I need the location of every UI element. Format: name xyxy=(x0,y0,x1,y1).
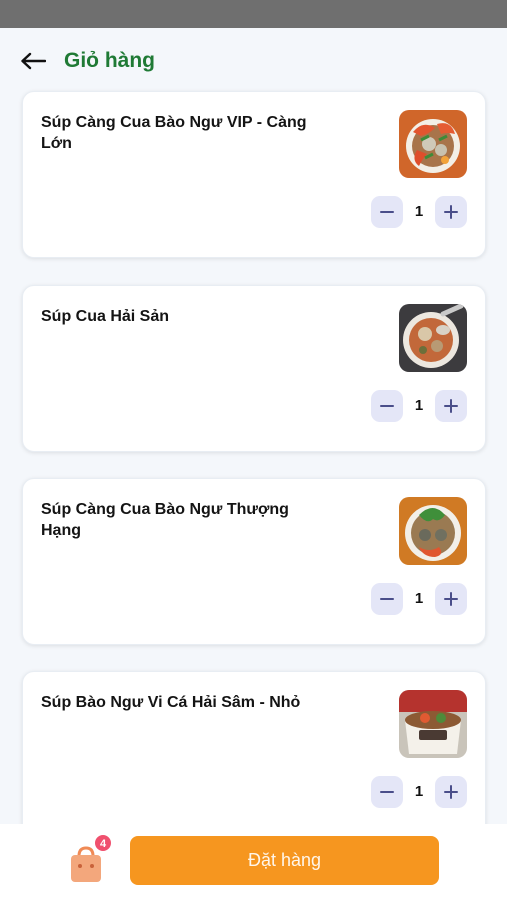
quantity-stepper: 1 xyxy=(371,583,467,615)
plus-icon xyxy=(444,785,458,799)
item-name: Súp Càng Cua Bào Ngư Thượng Hạng xyxy=(41,501,289,539)
increase-quantity-button[interactable] xyxy=(435,583,467,615)
cart-item-card: Súp Cua Hải Sản 1 xyxy=(22,285,486,452)
cart-item-card: Súp Bào Ngư Vi Cá Hải Sâm - Nhỏ 1 xyxy=(22,671,486,838)
place-order-button[interactable]: Đặt hàng xyxy=(130,836,439,885)
abalone-sea-cucumber-soup-image xyxy=(399,690,467,758)
quantity-value: 1 xyxy=(414,783,424,800)
plus-icon xyxy=(444,205,458,219)
cart-item-card: Súp Càng Cua Bào Ngư VIP - Càng Lớn 1 xyxy=(22,91,486,258)
item-name: Súp Bào Ngư Vi Cá Hải Sâm - Nhỏ xyxy=(41,694,301,711)
item-name: Súp Càng Cua Bào Ngư VIP - Càng Lớn xyxy=(41,114,307,152)
quantity-value: 1 xyxy=(414,203,424,220)
crab-claw-soup-image xyxy=(399,110,467,178)
decrease-quantity-button[interactable] xyxy=(371,196,403,228)
minus-icon xyxy=(380,791,394,793)
arrow-left-icon xyxy=(21,52,46,70)
minus-icon xyxy=(380,598,394,600)
cart-item-card: Súp Càng Cua Bào Ngư Thượng Hạng 1 xyxy=(22,478,486,645)
status-bar xyxy=(0,0,507,28)
quantity-value: 1 xyxy=(414,590,424,607)
seafood-crab-soup-image xyxy=(399,304,467,372)
premium-abalone-soup-image xyxy=(399,497,467,565)
minus-icon xyxy=(380,405,394,407)
quantity-stepper: 1 xyxy=(371,196,467,228)
decrease-quantity-button[interactable] xyxy=(371,776,403,808)
minus-icon xyxy=(380,211,394,213)
decrease-quantity-button[interactable] xyxy=(371,390,403,422)
cart-count-badge: 4 xyxy=(94,834,112,852)
decrease-quantity-button[interactable] xyxy=(371,583,403,615)
header: Giỏ hàng xyxy=(0,28,507,90)
increase-quantity-button[interactable] xyxy=(435,196,467,228)
bottom-bar: 4 Đặt hàng xyxy=(0,824,507,900)
increase-quantity-button[interactable] xyxy=(435,390,467,422)
plus-icon xyxy=(444,399,458,413)
back-button[interactable] xyxy=(18,48,48,74)
plus-icon xyxy=(444,592,458,606)
quantity-stepper: 1 xyxy=(371,390,467,422)
item-name: Súp Cua Hải Sản xyxy=(41,308,170,325)
quantity-stepper: 1 xyxy=(371,776,467,808)
quantity-value: 1 xyxy=(414,397,424,414)
page-title: Giỏ hàng xyxy=(64,49,155,72)
increase-quantity-button[interactable] xyxy=(435,776,467,808)
